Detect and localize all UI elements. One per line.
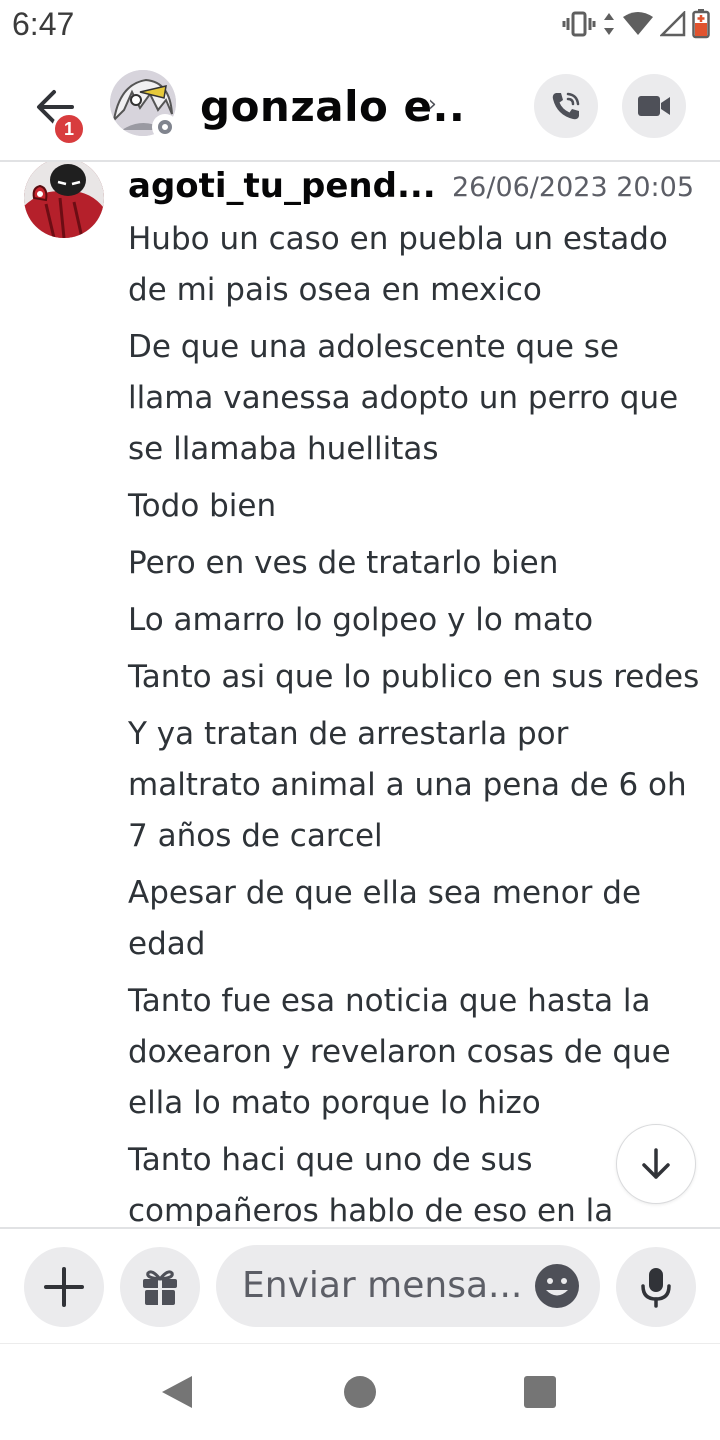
vibrate-icon	[562, 11, 596, 37]
data-arrows-icon	[604, 13, 614, 35]
plus-icon	[44, 1267, 84, 1307]
message-line: Lo amarro lo golpeo y lo mato	[128, 602, 594, 638]
gift-icon	[143, 1270, 177, 1305]
emoji-button[interactable]	[534, 1263, 580, 1309]
message-input[interactable]: Enviar mensa...	[216, 1245, 600, 1327]
wifi-icon	[623, 12, 653, 35]
message-line: Todo bien	[128, 488, 277, 524]
nav-home-icon[interactable]	[344, 1376, 376, 1408]
microphone-icon	[641, 1268, 671, 1308]
jump-to-bottom-button[interactable]	[616, 1124, 696, 1204]
chevron-right-icon[interactable]: ›	[428, 92, 437, 117]
system-nav-bar	[0, 1343, 720, 1440]
status-icons	[562, 8, 710, 40]
offline-status-icon	[152, 114, 178, 140]
status-bar: 6:47	[0, 0, 720, 52]
nav-back-icon[interactable]	[160, 1374, 194, 1410]
channel-title[interactable]: gonzalo e..	[200, 82, 465, 131]
nav-recents-icon[interactable]	[524, 1376, 556, 1408]
message-line: Tanto fue esa noticia que hasta la doxea…	[128, 983, 671, 1121]
message-line: Pero en ves de tratarlo bien	[128, 545, 559, 581]
message-line: Tanto asi que lo publico en sus redes	[128, 659, 700, 695]
message-line: De que una adolescente que se llama vane…	[128, 329, 679, 467]
voice-message-button[interactable]	[616, 1247, 696, 1327]
message-group: agoti_tu_pend... 26/06/2023 20:05 Hubo u…	[0, 162, 720, 1226]
unread-badge: 1	[52, 112, 86, 146]
message-line: Y ya tratan de arrestarla por maltrato a…	[128, 716, 687, 854]
author-name[interactable]: agoti_tu_pend...	[128, 166, 436, 206]
signal-icon	[660, 11, 686, 37]
phone-call-icon	[552, 92, 580, 120]
arrow-down-icon	[642, 1148, 670, 1179]
message-input-placeholder[interactable]: Enviar mensa...	[242, 1265, 522, 1306]
gift-button[interactable]	[120, 1247, 200, 1327]
message-timestamp: 26/06/2023 20:05	[452, 172, 695, 203]
channel-header: 1 gonzalo e.. ›	[0, 52, 720, 160]
battery-low-icon	[692, 9, 710, 39]
message-content: Hubo un caso en puebla un estado de mi p…	[128, 214, 708, 1226]
message-line: Hubo un caso en puebla un estado de mi p…	[128, 221, 668, 308]
video-call-button[interactable]	[622, 74, 686, 138]
add-attachment-button[interactable]	[24, 1247, 104, 1327]
video-camera-icon	[638, 96, 670, 116]
author-avatar[interactable]	[24, 162, 104, 238]
emoji-icon	[535, 1264, 579, 1308]
status-time: 6:47	[12, 6, 75, 42]
message-composer: Enviar mensa...	[0, 1229, 720, 1343]
author-avatar-image	[24, 162, 104, 238]
voice-call-button[interactable]	[534, 74, 598, 138]
message-line: Apesar de que ella sea menor de edad	[128, 875, 642, 962]
